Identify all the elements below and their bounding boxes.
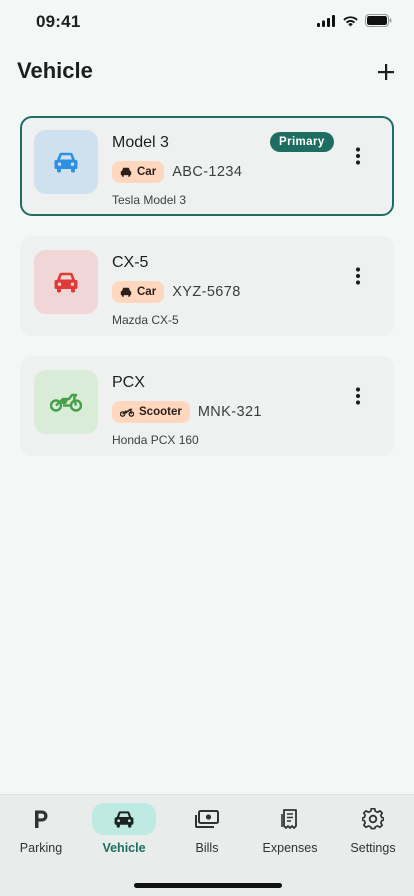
vehicle-name: PCX: [112, 374, 145, 391]
nav-label: Bills: [195, 841, 219, 855]
vehicle-screen: 09:41 Vehicle Model 3 Primary Car ABC-12…: [0, 0, 414, 896]
nav-label: Settings: [350, 841, 396, 855]
nav-item-vehicle[interactable]: Vehicle: [83, 803, 165, 863]
battery-icon: [365, 14, 392, 27]
car-icon: [54, 272, 78, 293]
car-icon: [120, 167, 132, 177]
nav-icon-wrap: [175, 803, 239, 835]
license-plate: MNK-321: [197, 404, 262, 420]
more-options-button[interactable]: [348, 146, 368, 166]
vehicle-thumbnail: [34, 130, 98, 194]
bills-icon: [195, 810, 219, 828]
more-options-button[interactable]: [348, 386, 368, 406]
vehicle-name: CX-5: [112, 254, 149, 271]
status-time: 09:41: [36, 12, 81, 31]
home-indicator: [134, 883, 282, 888]
signal-icon: [317, 14, 335, 27]
wifi-icon: [343, 15, 358, 26]
more-options-button[interactable]: [348, 266, 368, 286]
motorcycle-icon: [50, 393, 82, 412]
status-icons: [317, 14, 392, 27]
motorcycle-icon: [120, 408, 134, 417]
car-icon: [54, 152, 78, 173]
receipt-icon: [281, 809, 297, 829]
nav-label: Expenses: [262, 841, 318, 855]
vehicle-name: Model 3: [112, 134, 169, 151]
car-icon: [114, 811, 134, 828]
vehicle-model: Tesla Model 3: [112, 193, 187, 207]
parking-icon: [35, 810, 48, 828]
gear-icon: [362, 808, 384, 830]
vehicle-meta: Car ABC-1234: [112, 161, 242, 183]
vehicle-meta: Car XYZ-5678: [112, 281, 241, 303]
vehicle-model: Honda PCX 160: [112, 433, 199, 447]
add-vehicle-button[interactable]: [372, 58, 400, 86]
vehicle-thumbnail: [34, 370, 98, 434]
nav-label: Parking: [19, 841, 63, 855]
nav-label: Vehicle: [102, 841, 146, 855]
vehicle-type-chip: Scooter: [112, 401, 190, 423]
vehicle-meta: Scooter MNK-321: [112, 401, 262, 423]
bottom-navigation: Parking Vehicle Bills Expenses Settings: [0, 794, 414, 896]
vehicle-type-label: Scooter: [139, 406, 182, 418]
vehicle-type-chip: Car: [112, 161, 165, 183]
vehicle-card-model-3[interactable]: Model 3 Primary Car ABC-1234 Tesla Model…: [20, 116, 394, 216]
nav-item-bills[interactable]: Bills: [166, 803, 248, 863]
nav-icon-wrap: [341, 803, 405, 835]
nav-item-parking[interactable]: Parking: [0, 803, 82, 863]
vehicle-type-chip: Car: [112, 281, 165, 303]
vehicle-card-pcx[interactable]: PCX Scooter MNK-321 Honda PCX 160: [20, 356, 394, 456]
car-icon: [120, 287, 132, 297]
vehicle-model: Mazda CX-5: [112, 313, 179, 327]
nav-item-expenses[interactable]: Expenses: [249, 803, 331, 863]
more-vertical-icon: [355, 387, 361, 405]
more-vertical-icon: [355, 147, 361, 165]
vehicle-type-label: Car: [137, 286, 157, 298]
primary-badge: Primary: [270, 132, 334, 152]
nav-icon-wrap: [258, 803, 322, 835]
page-title: Vehicle: [17, 58, 93, 83]
more-vertical-icon: [355, 267, 361, 285]
nav-icon-wrap: [92, 803, 156, 835]
vehicle-card-cx-5[interactable]: CX-5 Car XYZ-5678 Mazda CX-5: [20, 236, 394, 336]
license-plate: ABC-1234: [172, 164, 243, 180]
license-plate: XYZ-5678: [172, 284, 241, 300]
vehicle-thumbnail: [34, 250, 98, 314]
vehicle-type-label: Car: [137, 166, 157, 178]
nav-item-settings[interactable]: Settings: [332, 803, 414, 863]
nav-icon-wrap: [9, 803, 73, 835]
status-bar: 09:41: [0, 0, 414, 44]
plus-icon: [378, 64, 394, 80]
